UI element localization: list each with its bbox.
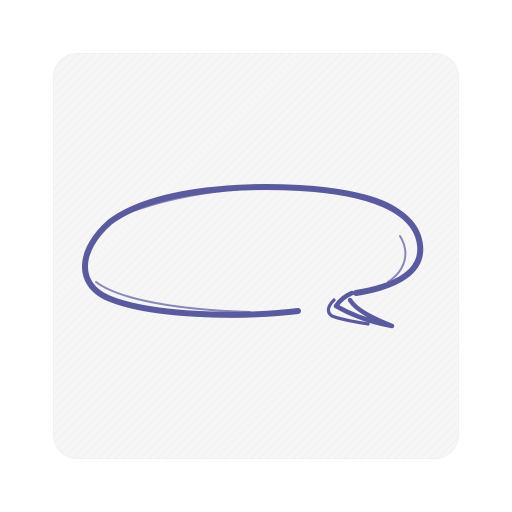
- icon-canvas: [0, 0, 512, 512]
- bubble-outline-streak-bottom: [95, 281, 251, 313]
- speech-bubble-icon: [82, 184, 424, 329]
- bubble-outline-main: [82, 184, 424, 318]
